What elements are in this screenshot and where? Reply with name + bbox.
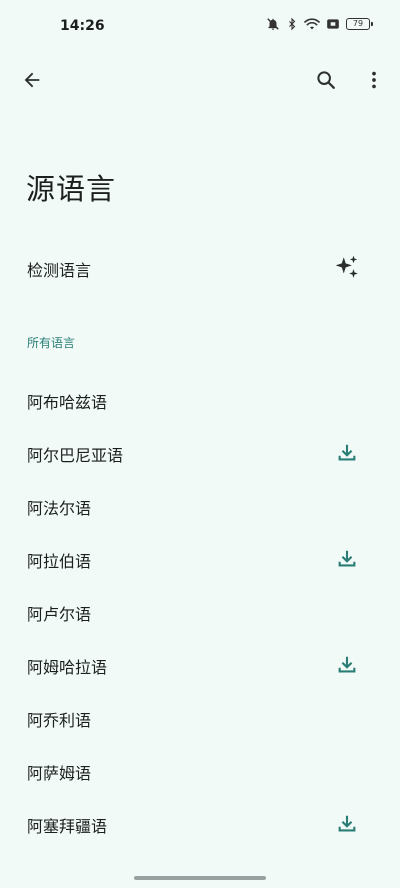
section-header-all-languages: 所有语言: [27, 336, 76, 350]
language-label: 阿法尔语: [27, 499, 92, 518]
data-saver-icon: [326, 17, 340, 31]
language-item[interactable]: 阿姆哈拉语: [0, 638, 400, 691]
status-icons: 79: [266, 17, 373, 31]
screen: 14:26 79 源语言 检测语言 所有语言 阿布哈兹语 阿尔巴尼亚语 阿法尔语…: [0, 0, 400, 888]
download-icon[interactable]: [336, 442, 358, 464]
page-title: 源语言: [26, 172, 117, 206]
notifications-off-icon: [266, 17, 280, 31]
more-vert-icon: [372, 71, 376, 89]
download-icon[interactable]: [336, 654, 358, 676]
bottom-fade: [0, 848, 400, 888]
gesture-nav-handle[interactable]: [134, 876, 266, 880]
language-item[interactable]: 阿卢尔语: [0, 585, 400, 638]
language-label: 阿姆哈拉语: [27, 658, 108, 677]
bluetooth-icon: [286, 17, 298, 31]
search-icon: [317, 71, 335, 89]
back-arrow-icon: [24, 72, 40, 88]
language-item[interactable]: 阿尔巴尼亚语: [0, 426, 400, 479]
language-item[interactable]: 阿塞拜疆语: [0, 797, 400, 850]
download-icon[interactable]: [336, 548, 358, 570]
search-button[interactable]: [310, 64, 342, 96]
sparkle-icon: [335, 255, 358, 278]
more-options-button[interactable]: [358, 64, 390, 96]
language-item[interactable]: 阿拉伯语: [0, 532, 400, 585]
language-label: 阿乔利语: [27, 711, 92, 730]
language-item[interactable]: 阿法尔语: [0, 479, 400, 532]
wifi-icon: [304, 17, 320, 31]
language-item[interactable]: 阿布哈兹语: [0, 373, 400, 426]
status-bar: 14:26 79: [0, 0, 400, 52]
language-label: 阿拉伯语: [27, 552, 92, 571]
download-icon[interactable]: [336, 813, 358, 835]
status-time: 14:26: [60, 18, 105, 34]
language-label: 阿塞拜疆语: [27, 817, 108, 836]
app-bar: [0, 60, 400, 100]
detect-language-label: 检测语言: [27, 261, 92, 280]
language-label: 阿萨姆语: [27, 764, 92, 783]
language-item[interactable]: 阿萨姆语: [0, 744, 400, 797]
language-label: 阿尔巴尼亚语: [27, 446, 124, 465]
language-label: 阿布哈兹语: [27, 393, 108, 412]
language-list: 阿布哈兹语 阿尔巴尼亚语 阿法尔语 阿拉伯语 阿卢尔语 阿姆哈拉语 阿乔利语 阿…: [0, 373, 400, 850]
language-item[interactable]: 阿乔利语: [0, 691, 400, 744]
detect-language-item[interactable]: 检测语言: [0, 244, 400, 290]
back-button[interactable]: [16, 64, 48, 96]
language-label: 阿卢尔语: [27, 605, 92, 624]
battery-icon: 79: [346, 18, 373, 30]
